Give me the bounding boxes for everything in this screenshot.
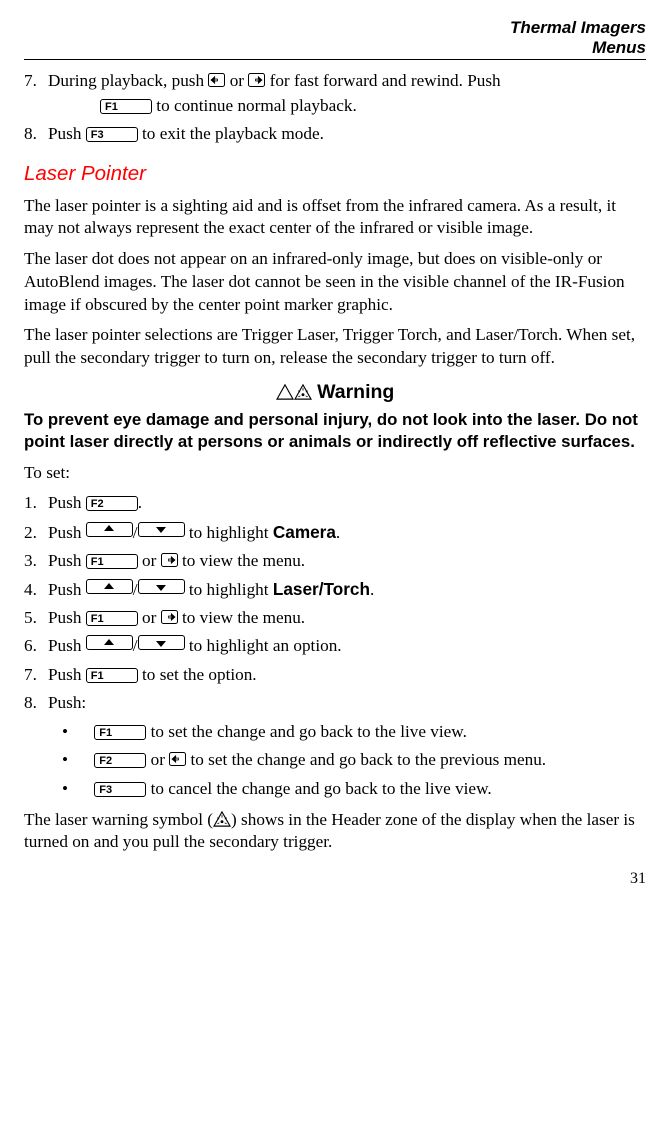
up-arrow-key [86, 522, 133, 537]
left-arrow-icon [169, 752, 186, 766]
step-8: 8.Push: [24, 692, 646, 715]
header-line1: Thermal Imagers [24, 18, 646, 38]
f2-key: F2 [86, 496, 138, 511]
warning-heading: Warning [24, 380, 646, 406]
intro-step-7: 7.During playback, push or for fast forw… [24, 70, 646, 117]
f1-key: F1 [86, 668, 138, 683]
header-line2: Menus [24, 38, 646, 58]
section-p1: The laser pointer is a sighting aid and … [24, 195, 646, 240]
f2-key: F2 [94, 753, 146, 768]
to-set-label: To set: [24, 462, 646, 485]
page-number: 31 [24, 868, 646, 889]
step-7: 7.Push F1 to set the option. [24, 664, 646, 687]
f1-key: F1 [86, 611, 138, 626]
bullet-f1: F1 to set the change and go back to the … [62, 721, 646, 744]
f1-key: F1 [86, 554, 138, 569]
page-header: Thermal Imagers Menus [24, 18, 646, 57]
right-arrow-icon [248, 73, 265, 87]
f3-key: F3 [94, 782, 146, 797]
step-6: 6.Push / to highlight an option. [24, 635, 646, 658]
step-1: 1.Push F2. [24, 492, 646, 515]
bullet-f3: F3 to cancel the change and go back to t… [62, 778, 646, 801]
intro-step-8: 8.Push F3 to exit the playback mode. [24, 123, 646, 146]
procedure-steps: 1.Push F2. 2.Push / to highlight Camera.… [24, 492, 646, 714]
right-arrow-icon [161, 553, 178, 567]
bullet-f2: F2 or to set the change and go back to t… [62, 749, 646, 772]
header-rule [24, 59, 646, 60]
warning-triangle-icon [276, 382, 294, 398]
closing-paragraph: The laser warning symbol () shows in the… [24, 809, 646, 854]
down-arrow-key [138, 522, 185, 537]
step-2: 2.Push / to highlight Camera. [24, 521, 646, 545]
section-p3: The laser pointer selections are Trigger… [24, 324, 646, 369]
section-title: Laser Pointer [24, 160, 646, 187]
intro-steps: 7.During playback, push or for fast forw… [24, 70, 646, 146]
down-arrow-key [138, 579, 185, 594]
warning-body: To prevent eye damage and personal injur… [24, 409, 646, 451]
step-5: 5.Push F1 or to view the menu. [24, 607, 646, 630]
laser-triangle-icon [213, 811, 231, 827]
up-arrow-key [86, 635, 133, 650]
step-4: 4.Push / to highlight Laser/Torch. [24, 578, 646, 602]
f1-key: F1 [94, 725, 146, 740]
f1-key: F1 [100, 99, 152, 114]
up-arrow-key [86, 579, 133, 594]
down-arrow-key [138, 635, 185, 650]
step-3: 3.Push F1 or to view the menu. [24, 550, 646, 573]
laser-triangle-icon [294, 382, 312, 398]
step8-bullets: F1 to set the change and go back to the … [24, 721, 646, 801]
section-p2: The laser dot does not appear on an infr… [24, 248, 646, 316]
left-arrow-icon [208, 73, 225, 87]
f3-key: F3 [86, 127, 138, 142]
right-arrow-icon [161, 610, 178, 624]
